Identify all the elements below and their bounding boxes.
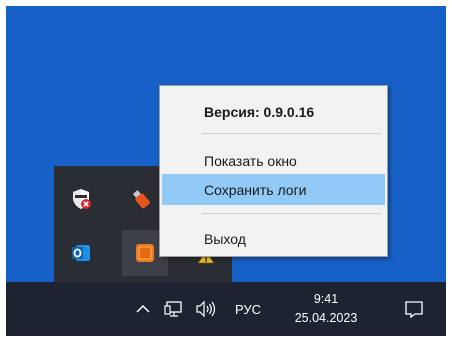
language-indicator[interactable]: РУС (228, 282, 268, 336)
defender-shield-icon[interactable] (58, 176, 104, 222)
network-icon[interactable] (160, 282, 188, 336)
screen: Версия: 0.9.0.16 Показать окно Сохранить… (6, 6, 446, 336)
speaker-icon[interactable] (192, 282, 220, 336)
clock[interactable]: 9:41 25.04.2023 (290, 290, 362, 328)
clock-date: 25.04.2023 (294, 311, 358, 325)
menu-show-window-item[interactable]: Показать окно (162, 145, 385, 176)
clock-time: 9:41 (313, 292, 339, 306)
menu-separator (202, 213, 381, 214)
menu-exit-item[interactable]: Выход (162, 223, 385, 254)
menu-version-item: Версия: 0.9.0.16 (204, 103, 315, 120)
context-menu: Версия: 0.9.0.16 Показать окно Сохранить… (159, 85, 388, 257)
action-center-icon[interactable] (398, 282, 430, 336)
menu-separator (202, 133, 381, 134)
menu-save-logs-item[interactable]: Сохранить логи (162, 174, 385, 205)
outlook-icon[interactable] (58, 230, 104, 276)
taskbar: РУС 9:41 25.04.2023 (6, 282, 446, 336)
usb-drive-icon[interactable] (118, 176, 164, 222)
chevron-up-icon[interactable] (130, 282, 156, 336)
